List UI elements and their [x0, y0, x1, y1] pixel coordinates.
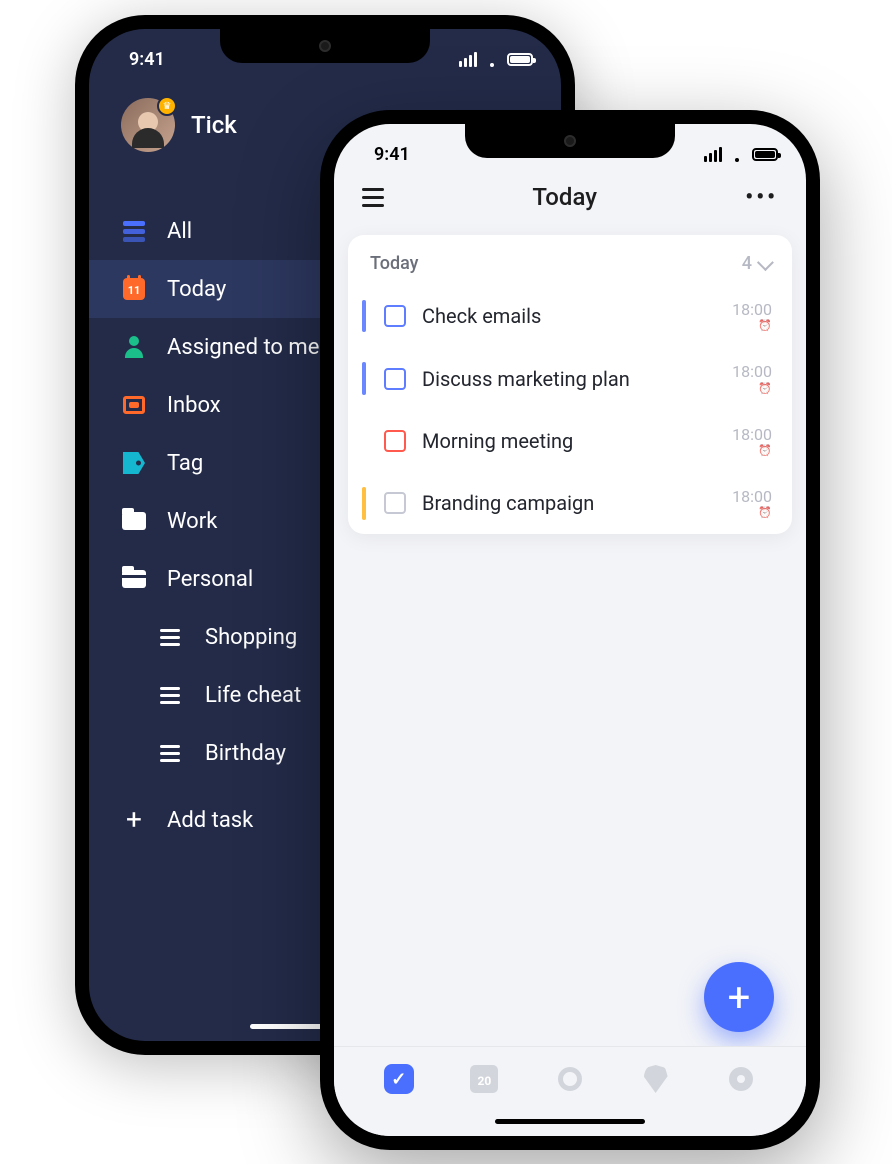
task-row[interactable]: Branding campaign 18:00⏰ — [348, 471, 792, 533]
stack-icon — [121, 218, 147, 244]
section-count: 4 — [742, 253, 752, 274]
folder-icon — [121, 508, 147, 534]
tag-icon — [121, 450, 147, 476]
priority-bar-icon — [362, 300, 366, 332]
task-row[interactable]: Discuss marketing plan 18:00⏰ — [348, 346, 792, 408]
menu-button[interactable] — [362, 188, 384, 207]
tab-calendar[interactable]: 20 — [466, 1061, 502, 1097]
menu-label: Work — [167, 509, 217, 534]
menu-label: Birthday — [205, 741, 286, 766]
task-label: Discuss marketing plan — [422, 367, 716, 391]
today-card: Today 4 Check emails18:00⏰Discuss market… — [348, 235, 792, 534]
topbar: Today ••• — [334, 165, 806, 227]
tab-location[interactable] — [638, 1061, 674, 1097]
wifi-icon — [728, 148, 746, 162]
battery-icon — [507, 53, 533, 66]
cellular-icon — [704, 147, 722, 162]
reminder-icon: ⏰ — [732, 506, 772, 519]
task-row[interactable]: Morning meeting 18:00⏰ — [348, 409, 792, 471]
add-task-label: Add task — [167, 808, 253, 833]
wifi-icon — [483, 53, 501, 67]
priority-bar-icon — [362, 487, 366, 519]
task-checkbox[interactable] — [384, 430, 406, 452]
plus-icon: + — [728, 974, 751, 1021]
menu-label: Assigned to me — [167, 335, 319, 360]
status-time: 9:41 — [129, 49, 165, 70]
task-checkbox[interactable] — [384, 368, 406, 390]
menu-label: Today — [167, 277, 226, 302]
reminder-icon: ⏰ — [732, 382, 772, 395]
task-time: 18:00⏰ — [732, 362, 772, 394]
person-icon — [121, 334, 147, 360]
avatar[interactable]: ♛ — [121, 98, 175, 152]
home-indicator-icon[interactable] — [495, 1119, 645, 1124]
task-label: Check emails — [422, 304, 716, 328]
gear-icon — [729, 1067, 753, 1091]
task-list: Check emails18:00⏰Discuss marketing plan… — [348, 284, 792, 534]
inbox-icon — [121, 392, 147, 418]
section-label: Today — [370, 253, 419, 274]
calendar-today-icon — [121, 276, 147, 302]
list-icon — [157, 682, 183, 708]
cellular-icon — [459, 52, 477, 67]
task-checkbox[interactable] — [384, 305, 406, 327]
task-label: Morning meeting — [422, 429, 716, 453]
premium-badge-icon: ♛ — [157, 96, 177, 116]
page-title: Today — [384, 183, 745, 211]
more-button[interactable]: ••• — [745, 185, 778, 210]
menu-label: Personal — [167, 567, 253, 592]
status-icons — [704, 147, 778, 162]
task-time: 18:00⏰ — [732, 300, 772, 332]
menu-label: All — [167, 219, 192, 244]
menu-label: Life cheat — [205, 683, 301, 708]
menu-label: Inbox — [167, 393, 221, 418]
calendar-icon: 20 — [470, 1065, 498, 1093]
notch-icon — [465, 124, 675, 158]
list-icon — [157, 624, 183, 650]
priority-bar-icon — [362, 362, 366, 394]
menu-label: Tag — [167, 451, 203, 476]
target-icon — [558, 1067, 582, 1091]
add-fab-button[interactable]: + — [704, 962, 774, 1032]
battery-icon — [752, 148, 778, 161]
status-time: 9:41 — [374, 144, 410, 165]
status-icons — [459, 52, 533, 67]
reminder-icon: ⏰ — [732, 444, 772, 457]
chevron-down-icon — [757, 254, 774, 271]
card-header[interactable]: Today 4 — [348, 235, 792, 284]
tab-settings[interactable] — [723, 1061, 759, 1097]
tab-focus[interactable] — [552, 1061, 588, 1097]
menu-label: Shopping — [205, 625, 297, 650]
task-checkbox[interactable] — [384, 492, 406, 514]
phone-front-screen: 9:41 Today ••• Today 4 Check emails 18:00… — [334, 124, 806, 1136]
notch-icon — [220, 29, 430, 63]
reminder-icon: ⏰ — [732, 319, 772, 332]
check-icon: ✓ — [384, 1064, 414, 1094]
priority-bar-icon — [362, 425, 366, 457]
app-name: Tick — [191, 111, 237, 139]
list-icon — [157, 740, 183, 766]
pin-icon — [644, 1065, 668, 1093]
folder-open-icon — [121, 566, 147, 592]
task-label: Branding campaign — [422, 491, 716, 515]
plus-icon: + — [121, 806, 147, 834]
task-time: 18:00⏰ — [732, 487, 772, 519]
task-time: 18:00⏰ — [732, 425, 772, 457]
phone-front-frame: 9:41 Today ••• Today 4 Check emails 18:00… — [320, 110, 820, 1150]
tab-tasks[interactable]: ✓ — [381, 1061, 417, 1097]
task-row[interactable]: Check emails 18:00⏰ — [348, 284, 792, 346]
